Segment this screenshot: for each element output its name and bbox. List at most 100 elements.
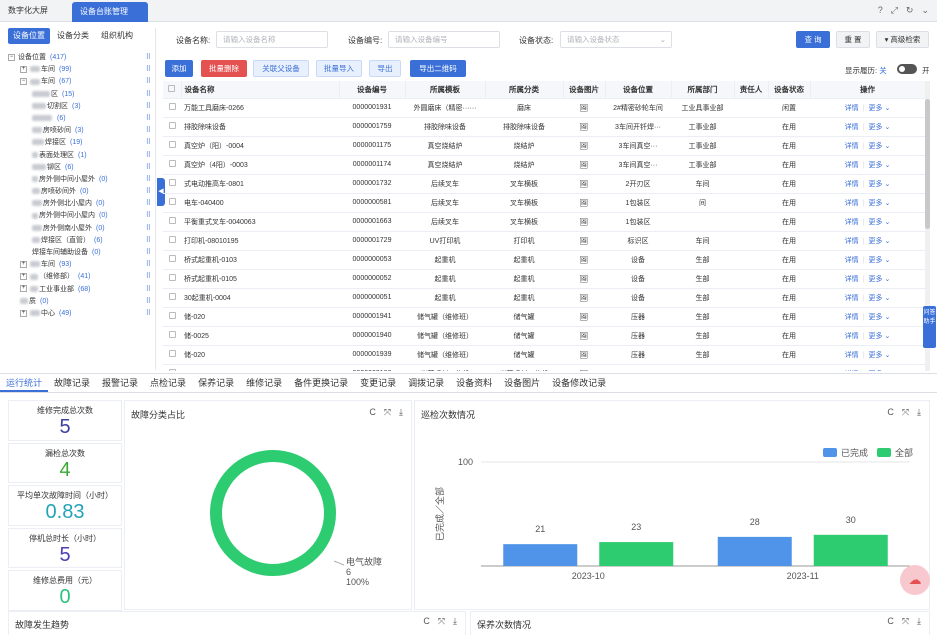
row-checkbox[interactable] xyxy=(163,98,181,118)
cloud-upload-icon[interactable]: ☁ xyxy=(900,565,930,595)
refresh-icon[interactable]: C xyxy=(423,616,430,627)
table-row[interactable]: 30起重机-0004 0000000051 起重机 起重机 🖼 设备 生部 在用 详情 | 更多 ⌄ xyxy=(163,288,925,308)
fullscreen-icon[interactable]: ⤢ xyxy=(891,5,898,16)
detail-link[interactable]: 详情 xyxy=(845,314,859,321)
tree-node[interactable]: 房外侧南小屋外 (0) ⠿ xyxy=(8,223,155,235)
record-tab[interactable]: 报警记录 xyxy=(96,374,144,392)
grid-icon[interactable]: ⠿ xyxy=(146,247,151,259)
detail-link[interactable]: 详情 xyxy=(845,352,859,359)
row-checkbox[interactable] xyxy=(163,326,181,346)
advanced-search-button[interactable]: ▾ 高级检索 xyxy=(876,31,929,48)
more-link[interactable]: 更多 ⌄ xyxy=(869,371,891,372)
bar[interactable] xyxy=(503,544,578,566)
grid-icon[interactable]: ⠿ xyxy=(146,162,151,174)
add-button[interactable]: 添加 xyxy=(165,60,193,77)
detail-link[interactable]: 详情 xyxy=(845,333,859,340)
download-icon[interactable]: ⤓ xyxy=(453,616,457,627)
tree-node[interactable]: 房喷砂间外 (0) ⠿ xyxy=(8,186,155,198)
tree-node[interactable]: + 车间 (93) ⠿ xyxy=(8,259,155,271)
bar[interactable] xyxy=(599,542,674,566)
more-link[interactable]: 更多 ⌄ xyxy=(869,219,891,226)
select-all-checkbox[interactable] xyxy=(163,81,182,99)
row-checkbox[interactable] xyxy=(163,212,181,232)
tab-dashboard[interactable]: 数字化大屏 xyxy=(0,0,72,22)
batch-delete-button[interactable]: 批量删除 xyxy=(201,60,247,77)
detail-link[interactable]: 详情 xyxy=(845,238,859,245)
grid-icon[interactable]: ⠿ xyxy=(146,174,151,186)
table-row[interactable]: 式电动推高车-0801 0000001732 后续叉车 叉车横板 🖼 2开刃区 车间 在用 详情… xyxy=(163,174,925,194)
table-row[interactable]: 排胶除味设备 0000001759 排胶除味设备 排胶除味设备 🖼 3车间开钎焊··· 工事… xyxy=(163,117,925,137)
legend-swatch[interactable] xyxy=(823,448,837,457)
table-row[interactable]: 真空炉（阳）-0004 0000001175 真空烧结炉 烧结炉 🖼 3车间真空··· 工事… xyxy=(163,136,925,156)
grid-icon[interactable]: ⠿ xyxy=(146,210,151,222)
row-checkbox[interactable] xyxy=(163,288,181,308)
table-row[interactable]: 万能工具磨床-0266 0000001931 外圆磨床（精密······ 磨床 🖼 2#精… xyxy=(163,98,925,118)
tree-node[interactable]: 房外侧中间小屋外 (0) ⠿ xyxy=(8,174,155,186)
row-checkbox[interactable] xyxy=(163,174,181,194)
tree-node[interactable]: 房外侧北小屋内 (0) ⠿ xyxy=(8,198,155,210)
more-link[interactable]: 更多 ⌄ xyxy=(869,162,891,169)
device-status-select[interactable]: 请输入设备状态 ⌄ xyxy=(560,31,672,48)
record-tab[interactable]: 点检记录 xyxy=(144,374,192,392)
row-checkbox[interactable] xyxy=(163,193,181,213)
grid-icon[interactable]: ⠿ xyxy=(146,271,151,283)
grid-icon[interactable]: ⠿ xyxy=(146,101,151,113)
grid-icon[interactable]: ⠿ xyxy=(146,259,151,271)
tree-node[interactable]: 区 (15) ⠿ xyxy=(8,89,155,101)
more-link[interactable]: 更多 ⌄ xyxy=(869,314,891,321)
assistant-button[interactable]: 问答助手 xyxy=(923,306,936,348)
tree-node[interactable]: + 车间 (99) ⠿ xyxy=(8,64,155,76)
row-checkbox[interactable] xyxy=(163,307,181,327)
grid-icon[interactable]: ⠿ xyxy=(146,52,151,64)
more-link[interactable]: 更多 ⌄ xyxy=(869,295,891,302)
tree-node[interactable]: − 车间 (67) ⠿ xyxy=(8,76,155,88)
more-link[interactable]: 更多 ⌄ xyxy=(869,352,891,359)
detail-link[interactable]: 详情 xyxy=(845,105,859,112)
tab-device-ledger[interactable]: 设备台账管理× xyxy=(72,2,148,36)
grid-icon[interactable]: ⠿ xyxy=(146,198,151,210)
row-checkbox[interactable] xyxy=(163,250,181,270)
record-tab[interactable]: 变更记录 xyxy=(354,374,402,392)
device-name-input[interactable]: 请输入设备名称 xyxy=(216,31,328,48)
grid-icon[interactable]: ⠿ xyxy=(146,76,151,88)
table-row[interactable]: 桥式起重机-0103 0000000053 起重机 起重机 🖼 设备 生部 在用 详情 | 更多 ⌄ xyxy=(163,250,925,270)
table-row[interactable]: 打印机-08010195 0000001729 UV打印机 打印机 🖼 标识区 车间 在用 详情… xyxy=(163,231,925,251)
table-row[interactable]: 电车-040400 0000000581 后续叉车 叉车横板 🖼 1包装区间 在用 详情 | 更多… xyxy=(163,193,925,213)
chevron-down-icon[interactable]: ⌄ xyxy=(921,5,929,16)
record-tab[interactable]: 设备图片 xyxy=(498,374,546,392)
tab-device-location[interactable]: 设备位置 xyxy=(8,28,50,44)
legend-label[interactable]: 已完成 xyxy=(841,447,868,458)
expand-icon[interactable]: + xyxy=(20,273,27,281)
legend-label[interactable]: 全部 xyxy=(895,447,913,458)
tree-node[interactable]: 焊接车间辅助设备 (0) ⠿ xyxy=(8,247,155,259)
expand-icon[interactable]: ⤧ xyxy=(438,616,445,627)
refresh-icon[interactable]: C xyxy=(887,616,894,627)
grid-icon[interactable]: ⠿ xyxy=(146,308,151,320)
export-button[interactable]: 导出 xyxy=(369,60,401,77)
tree-node[interactable]: − 设备位置 (417) ⠿ xyxy=(8,52,155,64)
more-link[interactable]: 更多 ⌄ xyxy=(869,124,891,131)
record-tab[interactable]: 设备资料 xyxy=(450,374,498,392)
grid-icon[interactable]: ⠿ xyxy=(146,296,151,308)
more-link[interactable]: 更多 ⌄ xyxy=(869,257,891,264)
tree-node[interactable]: 切割区 (3) ⠿ xyxy=(8,101,155,113)
row-checkbox[interactable] xyxy=(163,136,181,156)
detail-link[interactable]: 详情 xyxy=(845,257,859,264)
tree-node[interactable]: 焊接区（直管） (6) ⠿ xyxy=(8,235,155,247)
detail-link[interactable]: 详情 xyxy=(845,162,859,169)
bar[interactable] xyxy=(813,534,888,566)
record-tab[interactable]: 保养记录 xyxy=(192,374,240,392)
search-button[interactable]: 查 询 xyxy=(796,31,830,48)
expand-icon[interactable]: + xyxy=(20,65,27,73)
refresh-icon[interactable]: ↻ xyxy=(906,5,914,16)
grid-icon[interactable]: ⠿ xyxy=(146,235,151,247)
more-link[interactable]: 更多 ⌄ xyxy=(869,105,891,112)
expand-icon[interactable]: − xyxy=(8,53,15,61)
tree-node[interactable]: + 中心 (49) ⠿ xyxy=(8,308,155,320)
record-tab[interactable]: 维修记录 xyxy=(240,374,288,392)
detail-link[interactable]: 详情 xyxy=(845,181,859,188)
more-link[interactable]: 更多 ⌄ xyxy=(869,143,891,150)
grid-icon[interactable]: ⠿ xyxy=(146,284,151,296)
legend-swatch[interactable] xyxy=(877,448,891,457)
pie-slice[interactable] xyxy=(210,450,336,576)
